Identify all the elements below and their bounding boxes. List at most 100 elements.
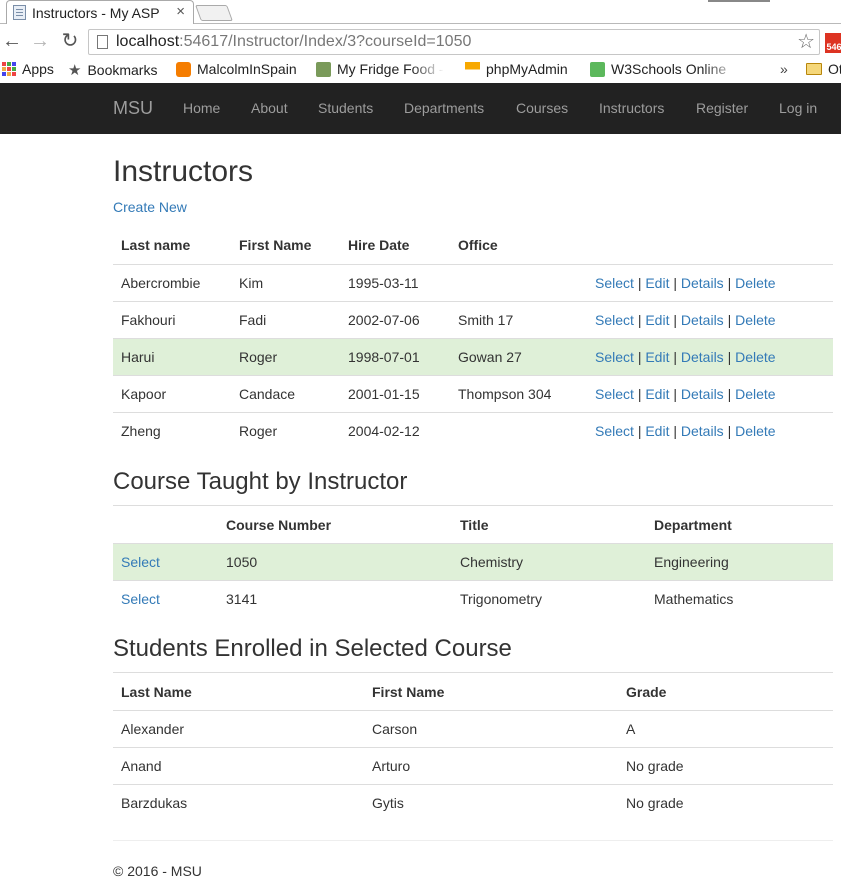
cell-first-name: Kim — [231, 263, 340, 301]
column-header: Last name — [113, 226, 231, 265]
nav-instructors[interactable]: Instructors — [599, 83, 664, 134]
select-link[interactable]: Select — [595, 386, 634, 402]
table-header-row: Last Name First Name Grade — [113, 672, 833, 711]
nav-about[interactable]: About — [251, 83, 288, 134]
edit-link[interactable]: Edit — [645, 349, 669, 365]
cell-actions: Select | Edit | Details | Delete — [587, 374, 833, 412]
delete-link[interactable]: Delete — [735, 312, 775, 328]
cell-actions: Select | Edit | Details | Delete — [587, 411, 833, 449]
nav-home[interactable]: Home — [183, 83, 220, 134]
cell-first-name: Fadi — [231, 300, 340, 338]
nav-register[interactable]: Register — [696, 83, 748, 134]
column-header: Hire Date — [340, 226, 450, 265]
table-row: Zheng Roger 2004-02-12 Select | Edit | D… — [113, 411, 833, 449]
cell-grade: A — [618, 710, 833, 748]
footer-divider — [113, 840, 833, 841]
cell-office: Gowan 27 — [450, 337, 587, 375]
bookmark-bookmarks[interactable]: ★ Bookmarks — [68, 61, 157, 79]
nav-courses[interactable]: Courses — [516, 83, 568, 134]
forward-arrow-icon[interactable]: → — [28, 29, 52, 53]
select-link[interactable]: Select — [595, 423, 634, 439]
cell-last-name: Abercrombie — [113, 263, 231, 301]
reload-icon[interactable]: ↻ — [58, 29, 82, 53]
table-row: Barzdukas Gytis No grade — [113, 784, 833, 822]
table-row: Alexander Carson A — [113, 710, 833, 748]
cell-office — [450, 263, 587, 301]
window-controls — [708, 0, 770, 2]
select-link[interactable]: Select — [595, 275, 634, 291]
details-link[interactable]: Details — [681, 275, 724, 291]
cell-grade: No grade — [618, 784, 833, 822]
select-link[interactable]: Select — [595, 349, 634, 365]
cell-office — [450, 411, 587, 449]
brand-link[interactable]: MSU — [113, 83, 153, 134]
cell-hire-date: 2002-07-06 — [340, 300, 450, 338]
details-link[interactable]: Details — [681, 312, 724, 328]
new-tab-button[interactable] — [195, 5, 233, 21]
tab-close-icon[interactable]: × — [176, 3, 185, 20]
footer-text: © 2016 - MSU — [113, 863, 202, 879]
cell-hire-date: 1998-07-01 — [340, 337, 450, 375]
delete-link[interactable]: Delete — [735, 275, 775, 291]
cell-last-name: Alexander — [113, 710, 364, 748]
nav-students[interactable]: Students — [318, 83, 373, 134]
table-row-selected: Select 1050 Chemistry Engineering — [113, 543, 833, 581]
bookmark-phpmyadmin-label: phpMyAdmin — [486, 61, 568, 77]
nav-login[interactable]: Log in — [779, 83, 817, 134]
nav-departments[interactable]: Departments — [404, 83, 484, 134]
extension-icon[interactable]: 546 — [825, 33, 841, 53]
page-icon — [97, 35, 108, 49]
bookmark-w3schools[interactable]: W3Schools Online — [590, 61, 741, 77]
details-link[interactable]: Details — [681, 386, 724, 402]
cell-course-title: Trigonometry — [452, 580, 646, 618]
create-new-link[interactable]: Create New — [113, 199, 187, 215]
bookmark-malcolm[interactable]: MalcolmInSpain — [176, 61, 297, 77]
select-link[interactable]: Select — [121, 554, 160, 570]
table-header-row: Course Number Title Department — [113, 505, 833, 544]
delete-link[interactable]: Delete — [735, 423, 775, 439]
cell-hire-date: 2001-01-15 — [340, 374, 450, 412]
delete-link[interactable]: Delete — [735, 386, 775, 402]
w3schools-icon — [590, 61, 605, 77]
bookmark-other[interactable]: Ot — [806, 61, 841, 77]
details-link[interactable]: Details — [681, 349, 724, 365]
address-bar[interactable]: localhost:54617/Instructor/Index/3?cours… — [88, 29, 820, 55]
browser-toolbar: ← → ↻ localhost:54617/Instructor/Index/3… — [0, 25, 841, 57]
cell-last-name: Fakhouri — [113, 300, 231, 338]
bookmarks-overflow-icon[interactable]: » — [780, 61, 788, 77]
browser-tab[interactable]: Instructors - My ASP × — [6, 0, 194, 24]
bookmark-fridge-label: My Fridge Food - — [337, 61, 444, 77]
edit-link[interactable]: Edit — [645, 275, 669, 291]
bookmarks-bar: Apps ★ Bookmarks MalcolmInSpain My Fridg… — [0, 57, 841, 83]
details-link[interactable]: Details — [681, 423, 724, 439]
cell-actions: Select | Edit | Details | Delete — [587, 337, 833, 375]
table-row: Fakhouri Fadi 2002-07-06 Smith 17 Select… — [113, 300, 833, 338]
cell-course-number: 1050 — [218, 543, 452, 581]
table-row-selected: Harui Roger 1998-07-01 Gowan 27 Select |… — [113, 337, 833, 375]
edit-link[interactable]: Edit — [645, 386, 669, 402]
select-link[interactable]: Select — [121, 591, 160, 607]
edit-link[interactable]: Edit — [645, 423, 669, 439]
browser-tabstrip: Instructors - My ASP × — [0, 0, 841, 24]
column-header: Course Number — [218, 505, 452, 544]
bookmark-fridge[interactable]: My Fridge Food - — [316, 61, 444, 77]
bookmark-star-icon[interactable]: ☆ — [797, 30, 815, 54]
cell-select: Select — [113, 543, 218, 581]
bookmark-w3schools-label: W3Schools Online — [611, 61, 727, 77]
back-arrow-icon[interactable]: ← — [0, 29, 24, 53]
blogger-icon — [176, 61, 191, 77]
site-navbar: MSU Home About Students Departments Cour… — [0, 83, 841, 134]
cell-hire-date: 1995-03-11 — [340, 263, 450, 301]
cell-office: Thompson 304 — [450, 374, 587, 412]
cell-last-name: Zheng — [113, 411, 231, 449]
cell-actions: Select | Edit | Details | Delete — [587, 300, 833, 338]
column-header: Last Name — [113, 672, 364, 711]
bookmark-apps[interactable]: Apps — [2, 61, 54, 77]
edit-link[interactable]: Edit — [645, 312, 669, 328]
delete-link[interactable]: Delete — [735, 349, 775, 365]
cell-last-name: Barzdukas — [113, 784, 364, 822]
instructors-table: Last name First Name Hire Date Office Ab… — [113, 226, 833, 449]
bookmark-phpmyadmin[interactable]: phpMyAdmin — [465, 61, 568, 77]
select-link[interactable]: Select — [595, 312, 634, 328]
url-path: :54617/Instructor/Index/3?courseId=1050 — [179, 33, 472, 50]
